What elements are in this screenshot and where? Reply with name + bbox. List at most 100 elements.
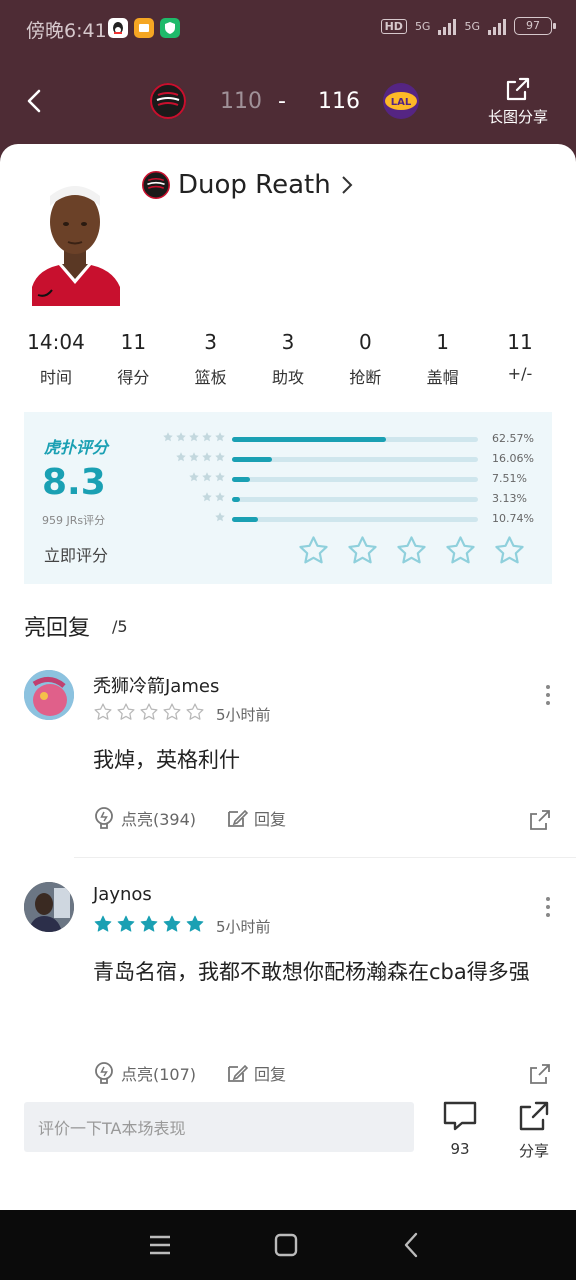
share-button[interactable]: 分享 [512, 1100, 556, 1161]
star-icon [202, 452, 212, 462]
rating-percent: 3.13% [492, 492, 527, 505]
star-filled-icon [163, 915, 181, 932]
comments-button[interactable]: 93 [436, 1100, 484, 1158]
away-score: 116 [318, 89, 360, 114]
star-icon [189, 432, 199, 442]
stat-label: 助攻 [271, 368, 304, 387]
home-icon[interactable] [274, 1233, 298, 1257]
comment-rating-stars [93, 702, 205, 722]
reply-button[interactable]: 回复 [226, 1061, 286, 1085]
stat-item: 14:04 时间 [24, 330, 88, 388]
stat-item: 0 抢断 [333, 330, 397, 388]
row-stars [201, 491, 226, 503]
star-outline-icon [397, 536, 426, 564]
star-filled-icon [186, 915, 204, 932]
menu-icon[interactable] [148, 1234, 172, 1256]
rating-bar-fill [232, 517, 259, 522]
stat-value: 1 [436, 330, 449, 354]
rating-comment-input[interactable]: 评价一下TA本场表现 [24, 1102, 414, 1152]
share-icon[interactable] [528, 808, 552, 832]
rate-star-button[interactable] [346, 534, 379, 571]
stat-label: 篮板 [194, 368, 227, 387]
rating-bar-fill [232, 437, 386, 442]
avatar[interactable] [24, 670, 74, 720]
star-outline-icon [186, 703, 204, 720]
stat-item: 11 得分 [101, 330, 165, 388]
reply-button[interactable]: 回复 [226, 806, 286, 830]
stat-label: +/- [507, 364, 533, 383]
player-name-link[interactable]: Duop Reath [142, 170, 355, 200]
star-outline-icon [299, 536, 328, 564]
share-icon[interactable] [528, 1062, 552, 1086]
star-icon [189, 452, 199, 462]
stat-value: 11 [507, 330, 533, 354]
network-5g-label-2: 5G [464, 19, 480, 33]
rate-star-button[interactable] [297, 534, 330, 571]
rate-star-button[interactable] [493, 534, 526, 571]
row-stars [214, 511, 226, 523]
stat-value: 14:04 [27, 330, 85, 354]
rating-distribution-row: 16.06% [154, 450, 544, 470]
rating-bar-track [232, 437, 478, 442]
game-header: 110 - 116 LAL 长图分享 [0, 56, 576, 146]
light-up-label: 点亮(394) [121, 810, 197, 829]
lightbulb-icon [95, 807, 113, 829]
player-stats: 14:04 时间 11 得分 3 篮板 3 助攻 0 抢断 1 盖帽 11 +/- [24, 330, 552, 388]
rate-star-button[interactable] [444, 534, 477, 571]
signal-icon [438, 17, 457, 35]
stat-item: 11 +/- [488, 330, 552, 388]
rating-count: 959 JRs评分 [42, 514, 106, 527]
comment-text: 青岛名宿，我都不敢想你配杨瀚森在cba得多强 [93, 960, 530, 984]
home-team-logo[interactable] [150, 83, 186, 119]
comments-count: 93 [450, 1140, 470, 1158]
comment-item: Jaynos 5小时前 青岛名宿，我都不敢想你配杨瀚森在cba得多强 点亮(10… [0, 882, 576, 1092]
row-stars [175, 451, 226, 463]
reply-label: 回复 [254, 810, 287, 829]
replies-title: 亮回复 [24, 616, 91, 641]
home-score: 110 [220, 89, 262, 114]
qq-icon [108, 18, 128, 38]
more-options-icon[interactable] [540, 896, 556, 918]
comment-time: 5小时前 [216, 918, 271, 936]
rating-bar-track [232, 517, 478, 522]
comment-actions: 点亮(107) 回复 [93, 1061, 316, 1085]
rating-distribution-row: 62.57% [154, 430, 544, 450]
star-outline-icon [163, 703, 181, 720]
rating-bar-fill [232, 497, 240, 502]
rating-distribution-row: 10.74% [154, 510, 544, 530]
rating-percent: 7.51% [492, 472, 527, 485]
rate-star-button[interactable] [395, 534, 428, 571]
score-separator: - [278, 89, 286, 114]
replies-count: /5 [112, 617, 128, 636]
rating-distribution-row: 7.51% [154, 470, 544, 490]
share-label: 分享 [518, 1142, 549, 1160]
player-name: Duop Reath [178, 170, 331, 200]
away-team-logo[interactable]: LAL [383, 83, 419, 119]
back-icon[interactable] [402, 1232, 420, 1258]
long-image-share-button[interactable]: 长图分享 [482, 76, 554, 127]
avatar[interactable] [24, 882, 74, 932]
stat-item: 1 盖帽 [411, 330, 475, 388]
star-icon [189, 472, 199, 482]
player-sheet: Duop Reath 14:04 时间 11 得分 3 篮板 3 助攻 0 抢断 1 盖帽 11 +/- … [0, 144, 576, 1210]
system-nav-bar [0, 1210, 576, 1280]
rating-brand: 虎扑评分 [44, 438, 109, 457]
long-image-share-label: 长图分享 [487, 108, 548, 126]
stat-item: 3 助攻 [256, 330, 320, 388]
stat-label: 时间 [39, 368, 72, 387]
row-stars [188, 471, 226, 483]
comment-username[interactable]: Jaynos [93, 884, 152, 905]
rating-bar-track [232, 477, 478, 482]
back-arrow-icon[interactable] [22, 88, 48, 114]
light-up-button[interactable]: 点亮(394) [93, 806, 196, 830]
star-filled-icon [117, 915, 135, 932]
stat-item: 3 篮板 [179, 330, 243, 388]
light-up-button[interactable]: 点亮(107) [93, 1061, 196, 1085]
rating-bar-fill [232, 477, 251, 482]
comment-username[interactable]: 秃狮冷箭James [93, 672, 219, 698]
comment-item: 秃狮冷箭James 5小时前 我焯，英格利什 点亮(394) 回复 [0, 670, 576, 850]
status-bar: 傍晚6:41 HD 5G 5G 97 [0, 0, 576, 56]
more-options-icon[interactable] [540, 684, 556, 706]
lightbulb-icon [95, 1062, 113, 1084]
share-out-icon [519, 1101, 549, 1131]
